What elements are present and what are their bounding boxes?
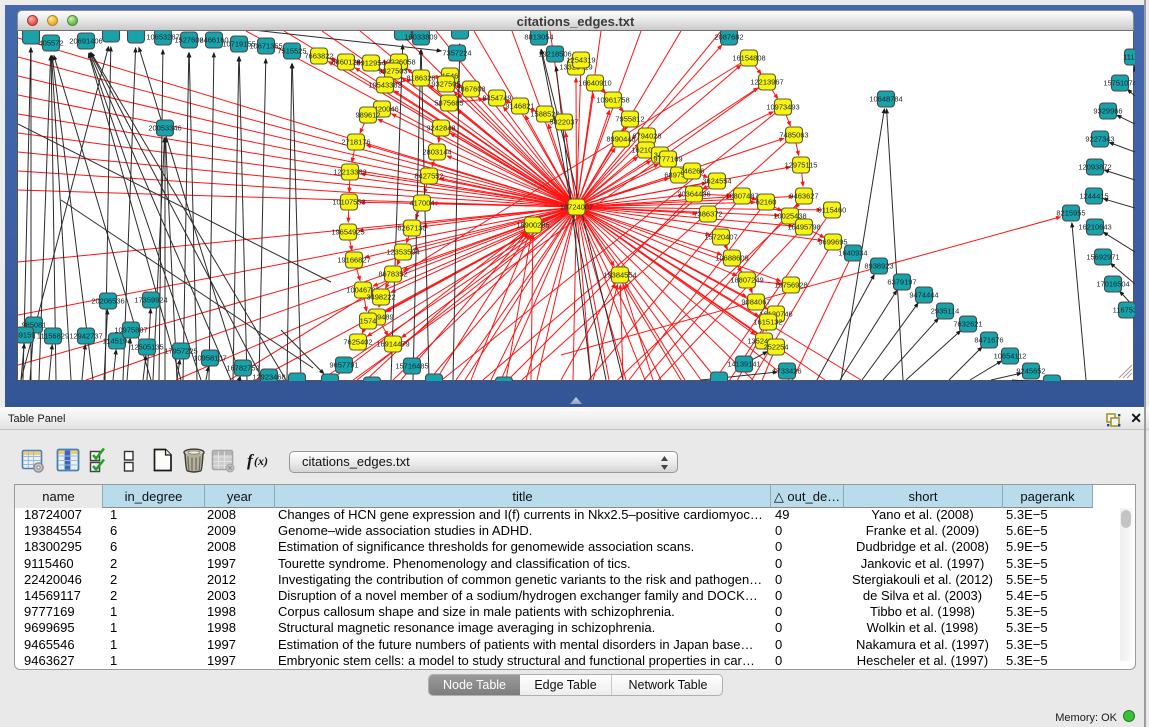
- svg-text:16210643: 16210643: [1078, 222, 1111, 231]
- svg-text:8215955: 8215955: [1056, 208, 1085, 217]
- svg-text:12353594: 12353594: [386, 247, 419, 256]
- svg-text:10654112: 10654112: [994, 351, 1027, 360]
- svg-text:16033809: 16033809: [404, 32, 437, 41]
- svg-text:18724007: 18724007: [560, 202, 593, 211]
- svg-text:11156829: 11156829: [37, 331, 69, 340]
- svg-text:2087682: 2087682: [714, 32, 743, 41]
- svg-text:10688609: 10688609: [715, 253, 748, 262]
- svg-text:12975115: 12975115: [785, 160, 818, 169]
- svg-text:9474444: 9474444: [909, 290, 938, 299]
- svg-text:7485063: 7485063: [779, 130, 808, 139]
- svg-text:12942737: 12942737: [69, 331, 102, 340]
- svg-text:20053346: 20053346: [148, 123, 181, 132]
- svg-text:2718176: 2718176: [341, 137, 370, 146]
- svg-text:7632621: 7632621: [953, 319, 982, 328]
- svg-text:9245652: 9245652: [1016, 366, 1045, 375]
- svg-text:17016504: 17016504: [1096, 279, 1129, 288]
- svg-text:2935114: 2935114: [931, 306, 960, 315]
- svg-text:16154808: 16154808: [732, 53, 765, 62]
- svg-text:20364436: 20364436: [677, 189, 710, 198]
- svg-text:16495798: 16495798: [787, 222, 820, 231]
- svg-text:12923468: 12923468: [252, 372, 285, 381]
- svg-text:9242848: 9242848: [426, 123, 455, 132]
- svg-text:417004: 417004: [409, 198, 434, 207]
- svg-text:8990448: 8990448: [606, 134, 635, 143]
- svg-text:15751074: 15751074: [1103, 78, 1135, 87]
- svg-text:12505135: 12505135: [130, 342, 163, 351]
- svg-text:9084067: 9084067: [741, 297, 770, 306]
- svg-text:12213967: 12213967: [750, 77, 783, 86]
- svg-text:9115460: 9115460: [818, 205, 847, 214]
- svg-text:1167533: 1167533: [1113, 305, 1135, 314]
- svg-text:9699695: 9699695: [818, 237, 847, 246]
- svg-text:7955812: 7955812: [615, 114, 644, 123]
- svg-text:10648784: 10648784: [869, 94, 902, 103]
- svg-text:10958107: 10958107: [193, 353, 226, 362]
- svg-text:10107553: 10107553: [332, 197, 365, 206]
- svg-text:39159: 39159: [18, 330, 35, 339]
- svg-text:8938923: 8938923: [864, 261, 893, 270]
- svg-text:10975887: 10975887: [114, 325, 147, 334]
- svg-text:8471676: 8471676: [974, 335, 1003, 344]
- svg-text:16640910: 16640910: [578, 78, 611, 87]
- svg-text:16782759: 16782759: [226, 363, 259, 372]
- svg-text:1615132: 1615132: [753, 317, 782, 326]
- svg-text:746266: 746266: [679, 166, 704, 175]
- svg-text:20691406: 20691406: [69, 36, 102, 45]
- svg-text:9227343: 9227343: [1085, 134, 1114, 143]
- svg-text:15716485: 15716485: [395, 361, 428, 370]
- svg-text:8427552: 8427552: [414, 171, 443, 180]
- svg-text:3624554: 3624554: [702, 176, 731, 185]
- svg-text:15692971: 15692971: [1086, 252, 1119, 261]
- svg-text:19654925: 19654925: [331, 227, 364, 236]
- svg-text:3498222: 3498222: [366, 292, 395, 301]
- svg-text:252254: 252254: [763, 342, 788, 351]
- svg-text:405572: 405572: [38, 38, 63, 47]
- svg-text:6794028: 6794028: [632, 131, 661, 140]
- svg-text:20206536: 20206536: [91, 296, 124, 305]
- svg-text:19166827: 19166827: [337, 255, 370, 264]
- svg-text:19756928: 19756928: [774, 280, 807, 289]
- svg-text:12213383: 12213383: [333, 167, 366, 176]
- svg-text:16914479: 16914479: [376, 339, 409, 348]
- svg-text:989612: 989612: [355, 110, 380, 119]
- svg-text:9657791: 9657791: [329, 360, 358, 369]
- svg-text:9327503: 9327503: [378, 66, 407, 75]
- svg-text:2803144: 2803144: [422, 147, 451, 156]
- svg-text:7625402: 7625402: [343, 337, 372, 346]
- svg-text:5822037: 5822037: [549, 117, 578, 126]
- svg-text:7357224: 7357224: [442, 48, 471, 57]
- svg-text:7386372: 7386372: [693, 209, 722, 218]
- svg-text:8267130: 8267130: [397, 223, 426, 232]
- svg-text:10973493: 10973493: [766, 102, 799, 111]
- svg-text:8813054: 8813054: [524, 32, 553, 41]
- svg-text:9463627: 9463627: [789, 191, 818, 200]
- svg-text:12093872: 12093872: [1078, 162, 1111, 171]
- svg-text:5875685: 5875685: [434, 98, 463, 107]
- svg-text:1574: 1574: [360, 316, 377, 325]
- svg-text:8678352: 8678352: [378, 269, 407, 278]
- svg-text:7663822: 7663822: [304, 51, 333, 60]
- svg-text:(x): (x): [254, 454, 268, 468]
- svg-text:17359924: 17359924: [134, 295, 167, 304]
- svg-text:15720407: 15720407: [704, 232, 737, 241]
- svg-text:1244415: 1244415: [1079, 191, 1108, 200]
- svg-text:9329966: 9329966: [1093, 106, 1122, 115]
- svg-text:6379197: 6379197: [887, 277, 916, 286]
- svg-text:18900285: 18900285: [516, 220, 549, 229]
- svg-text:7515525: 7515525: [277, 46, 306, 55]
- svg-text:2867608: 2867608: [456, 84, 485, 93]
- svg-text:19384554: 19384554: [603, 270, 636, 279]
- svg-text:1733426: 1733426: [772, 366, 801, 375]
- svg-text:10543382: 10543382: [368, 80, 401, 89]
- svg-text:62160: 62160: [756, 197, 777, 206]
- svg-text:11123: 11123: [1123, 52, 1135, 61]
- svg-text:18807249: 18807249: [730, 275, 763, 284]
- svg-text:9777169: 9777169: [653, 154, 682, 163]
- svg-text:14139141: 14139141: [727, 359, 760, 368]
- svg-text:10807487: 10807487: [725, 191, 758, 200]
- svg-text:1640934: 1640934: [838, 248, 867, 257]
- svg-text:10961758: 10961758: [596, 95, 629, 104]
- svg-text:1254319: 1254319: [566, 55, 595, 64]
